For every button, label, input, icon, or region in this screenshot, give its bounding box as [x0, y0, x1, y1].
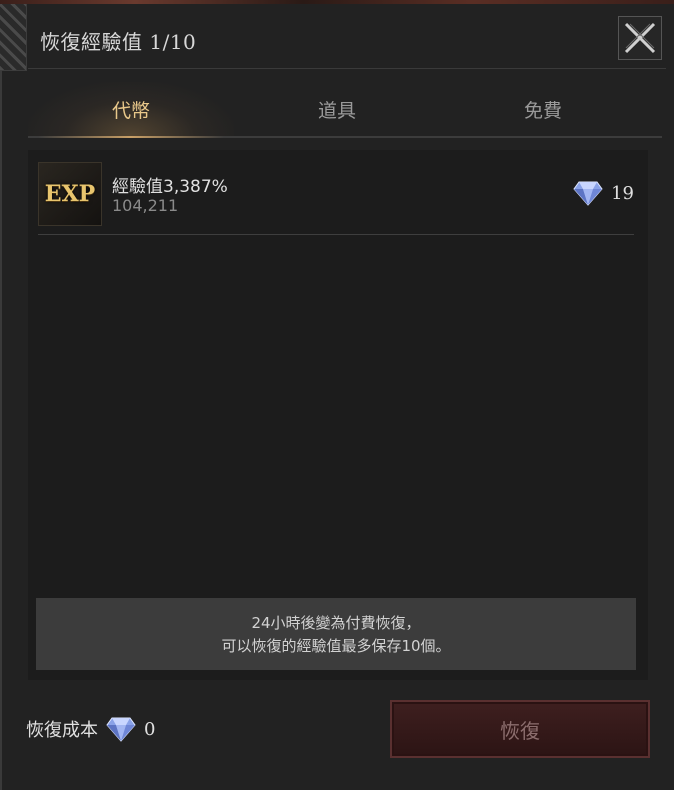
tab-items-label: 道具: [317, 99, 356, 122]
diamond-icon: [573, 181, 603, 206]
tab-free[interactable]: 免費: [440, 82, 646, 136]
list-item[interactable]: EXP 經驗值3,387% 104,211 19: [38, 158, 634, 235]
tab-currency-label: 代幣: [111, 99, 150, 122]
close-button[interactable]: [618, 16, 662, 60]
title-bar: 恢復經驗值 1/10: [28, 8, 666, 69]
restore-button-label: 恢復: [500, 718, 540, 743]
item-price-value: 19: [611, 182, 634, 204]
restore-cost: 恢復成本 0: [26, 716, 155, 742]
notice-line-2: 可以恢復的經驗值最多保存10個。: [221, 637, 451, 655]
corner-decoration: [0, 4, 27, 71]
tab-bar: 代幣 道具 免費: [28, 82, 662, 138]
tab-currency[interactable]: 代幣: [28, 82, 234, 138]
diamond-icon: [106, 717, 136, 742]
close-icon: [624, 22, 656, 54]
restore-button[interactable]: 恢復: [390, 700, 650, 758]
cost-value: 0: [144, 718, 156, 740]
window-title: 恢復經驗值 1/10: [40, 30, 197, 54]
notice-line-1: 24小時後變為付費恢復，: [251, 614, 421, 632]
exp-icon-label: EXP: [44, 181, 96, 207]
cost-label: 恢復成本: [26, 720, 98, 741]
exp-icon: EXP: [38, 162, 102, 226]
item-price: 19: [573, 180, 634, 206]
tab-items[interactable]: 道具: [234, 82, 440, 136]
notice-box: 24小時後變為付費恢復， 可以恢復的經驗值最多保存10個。: [36, 598, 636, 670]
item-amount: 104,211: [112, 196, 179, 215]
tab-free-label: 免費: [523, 99, 562, 122]
item-name: 經驗值3,387%: [112, 177, 228, 197]
